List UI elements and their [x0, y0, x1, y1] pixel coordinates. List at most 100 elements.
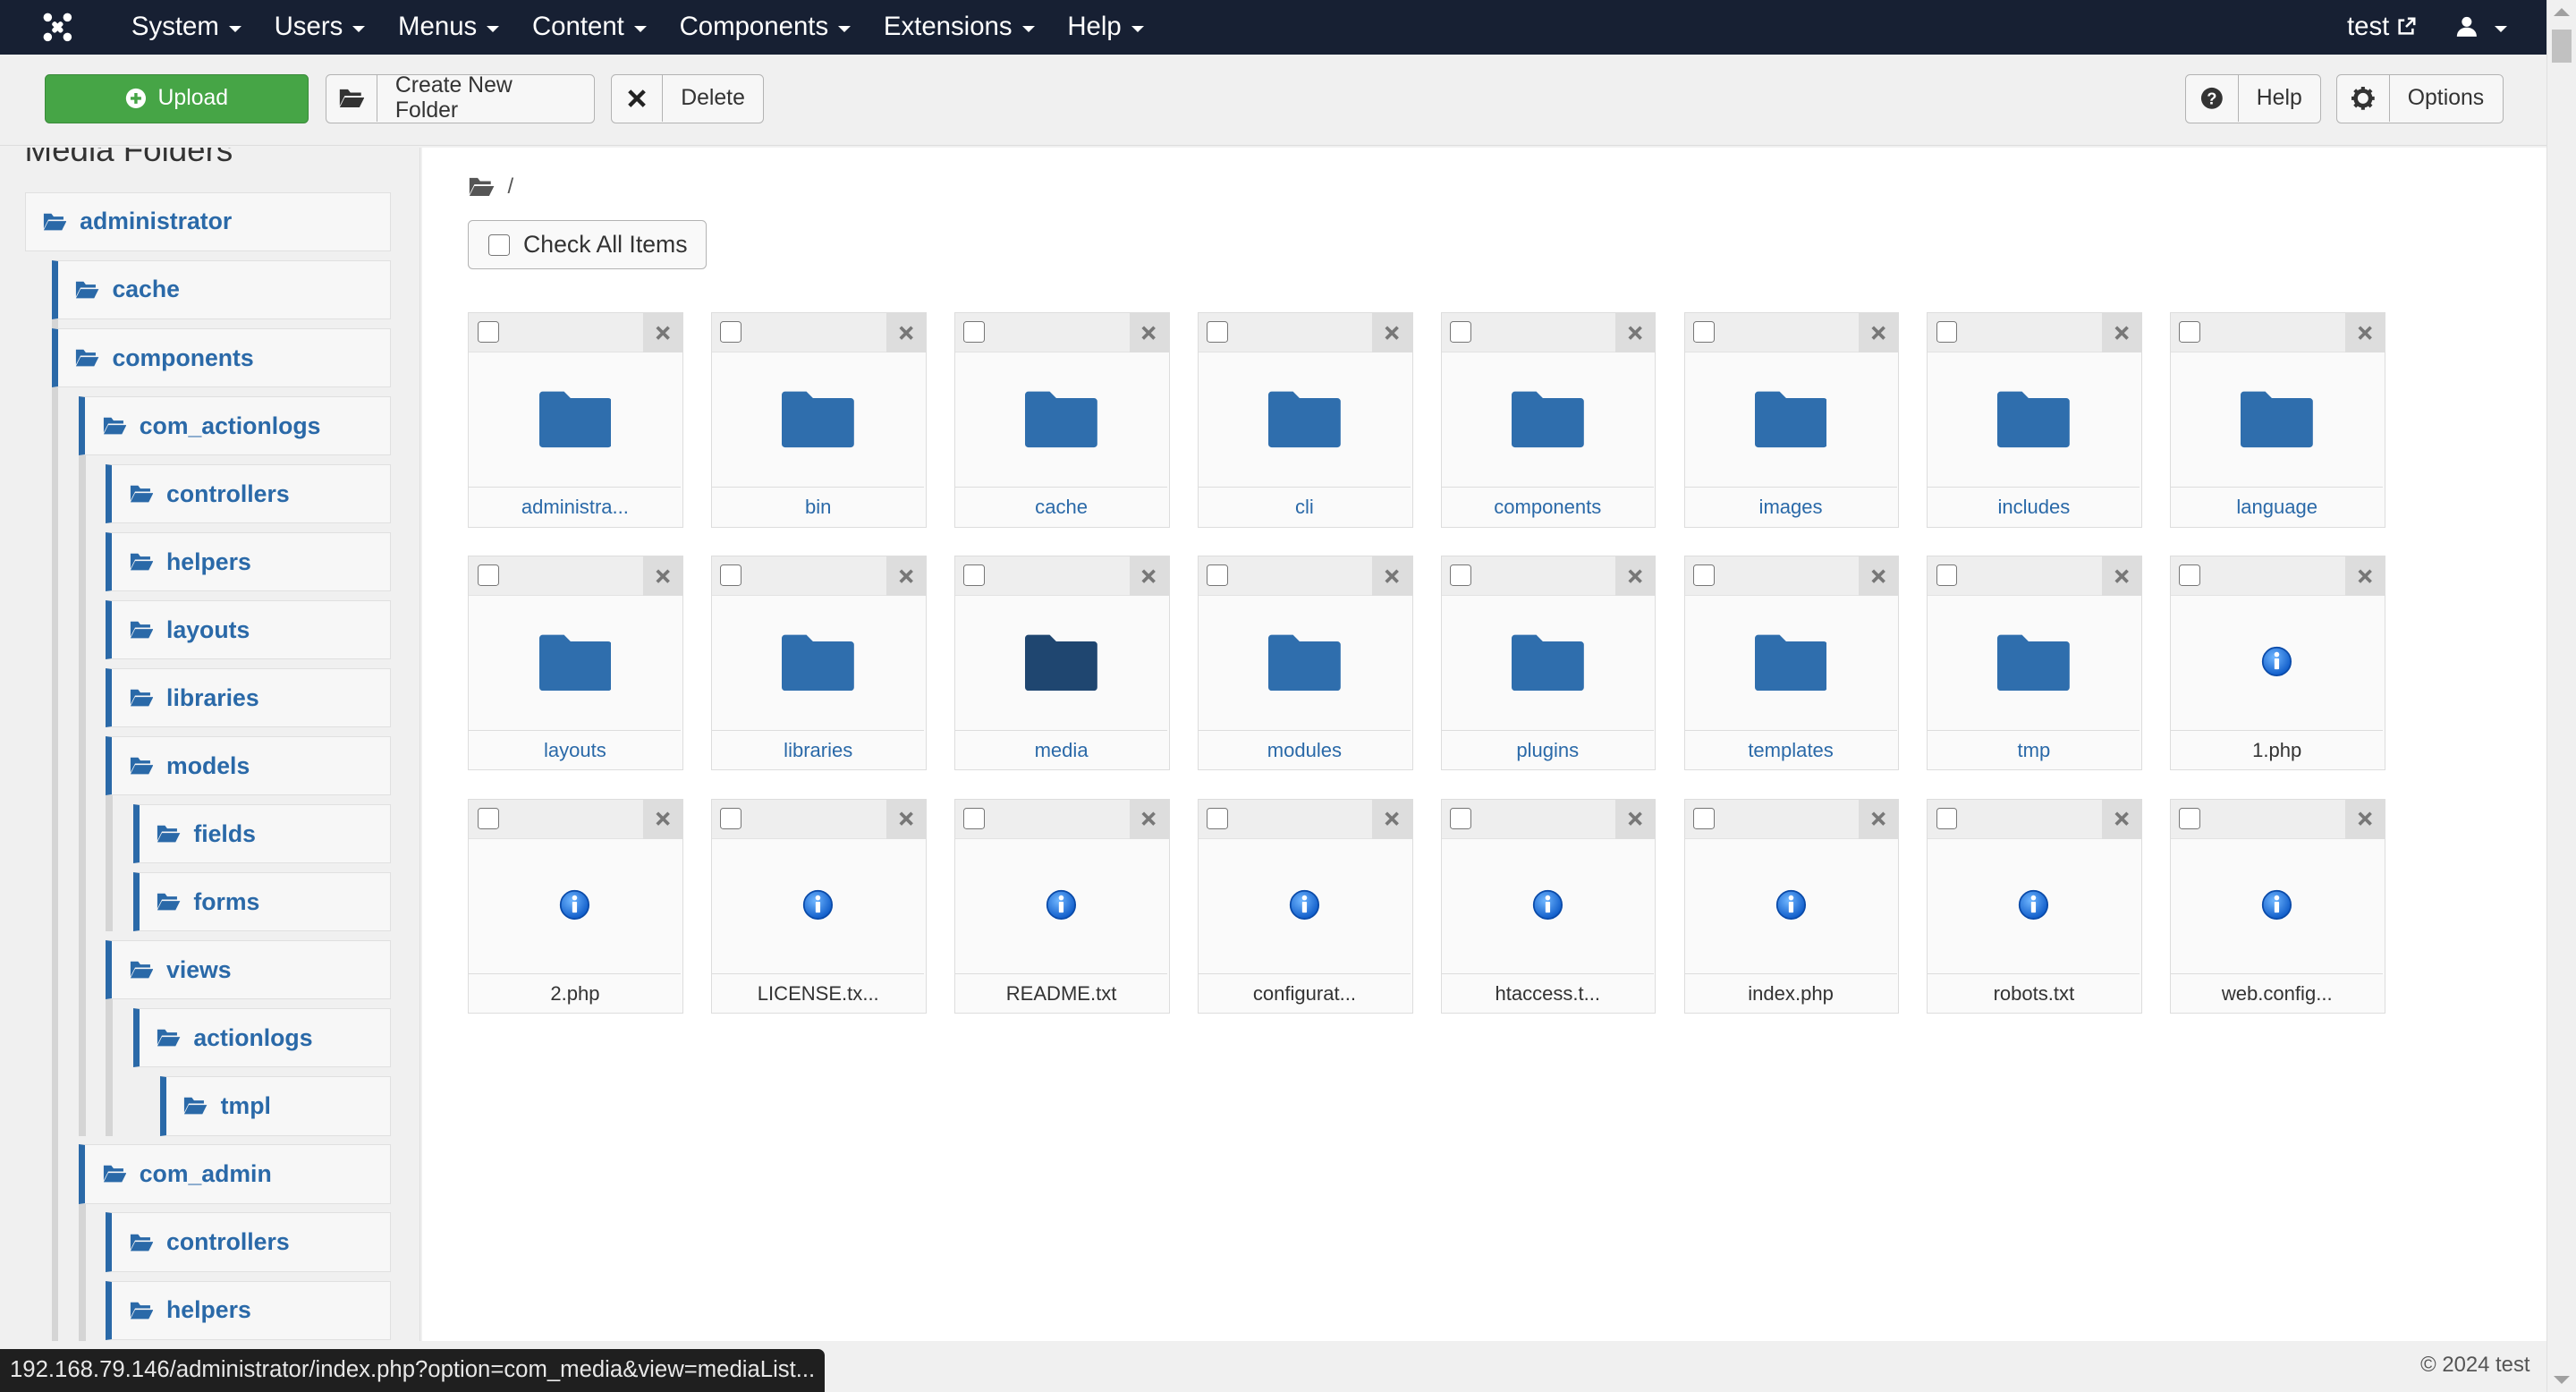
user-menu[interactable] — [2436, 0, 2527, 55]
sidebar-folder-item[interactable]: libraries — [106, 668, 392, 728]
folder-icon[interactable] — [2171, 352, 2383, 484]
sidebar-folder-item[interactable]: models — [106, 736, 392, 796]
tile-checkbox[interactable] — [1449, 564, 1471, 586]
file-tile[interactable]: README.txt — [954, 798, 1170, 1014]
folder-open-icon[interactable] — [468, 176, 495, 198]
delete-item-close-icon[interactable] — [1372, 799, 1412, 839]
folder-icon[interactable] — [955, 352, 1167, 484]
tile-checkbox[interactable] — [1449, 807, 1471, 829]
folder-icon[interactable] — [469, 352, 681, 484]
tile-checkbox[interactable] — [1207, 807, 1228, 829]
folder-tile[interactable]: cli — [1197, 311, 1413, 528]
delete-item-close-icon[interactable] — [642, 312, 683, 353]
delete-item-close-icon[interactable] — [1615, 556, 1656, 596]
check-all-checkbox[interactable] — [488, 233, 511, 256]
tile-checkbox[interactable] — [1692, 807, 1715, 829]
delete-item-close-icon[interactable] — [2344, 799, 2385, 839]
delete-item-close-icon[interactable] — [886, 799, 926, 839]
folder-tile[interactable]: language — [2170, 311, 2385, 528]
tile-name[interactable]: cache — [955, 487, 1168, 527]
sidebar-folder-item[interactable]: components — [51, 327, 392, 388]
nav-menu-item[interactable]: Users — [258, 0, 381, 55]
sidebar-folder-item[interactable]: views — [106, 940, 392, 1000]
tile-name[interactable]: modules — [1198, 730, 1411, 770]
folder-tile[interactable]: media — [954, 555, 1170, 771]
scroll-down-icon[interactable] — [2554, 1375, 2571, 1384]
folder-tile[interactable]: templates — [1683, 555, 1900, 771]
sidebar-folder-item[interactable]: tmpl — [160, 1076, 392, 1136]
tile-checkbox[interactable] — [1936, 321, 1958, 343]
info-icon[interactable] — [1199, 839, 1411, 971]
delete-item-close-icon[interactable] — [1615, 312, 1656, 353]
info-icon[interactable] — [712, 839, 924, 971]
delete-item-close-icon[interactable] — [2101, 312, 2142, 353]
delete-item-close-icon[interactable] — [642, 799, 683, 839]
sidebar-folder-item[interactable]: com_admin — [79, 1144, 392, 1204]
folder-tile[interactable]: images — [1683, 311, 1900, 528]
sidebar-folder-item[interactable]: administrator — [24, 191, 392, 251]
options-button[interactable]: Options — [2335, 73, 2504, 123]
folder-icon[interactable] — [712, 352, 924, 484]
tile-checkbox[interactable] — [1692, 564, 1715, 586]
tile-checkbox[interactable] — [720, 564, 742, 586]
folder-icon[interactable] — [712, 596, 924, 727]
folder-icon[interactable] — [469, 596, 681, 727]
folder-tile[interactable]: tmp — [1927, 555, 2143, 771]
file-tile[interactable]: configurat... — [1197, 798, 1413, 1014]
tile-checkbox[interactable] — [477, 321, 499, 343]
tile-name[interactable]: includes — [1928, 487, 2140, 527]
site-link[interactable]: test — [2327, 0, 2436, 55]
tile-name[interactable]: media — [955, 730, 1168, 770]
create-folder-button[interactable]: Create New Folder — [325, 73, 595, 123]
delete-item-close-icon[interactable] — [1859, 556, 1899, 596]
folder-icon[interactable] — [1199, 596, 1411, 727]
folder-tile[interactable]: includes — [1927, 311, 2143, 528]
delete-item-close-icon[interactable] — [1372, 312, 1412, 353]
sidebar-folder-item[interactable]: controllers — [106, 464, 392, 524]
tile-name[interactable]: templates — [1684, 730, 1897, 770]
sidebar-folder-item[interactable]: forms — [132, 872, 392, 932]
tile-name[interactable]: plugins — [1441, 730, 1654, 770]
file-tile[interactable]: LICENSE.tx... — [711, 798, 927, 1014]
delete-item-close-icon[interactable] — [1615, 799, 1656, 839]
folder-tile[interactable]: libraries — [711, 555, 927, 771]
folder-icon[interactable] — [955, 596, 1167, 727]
scrollbar-thumb[interactable] — [2552, 30, 2572, 63]
tile-checkbox[interactable] — [963, 564, 986, 586]
tile-name[interactable]: bin — [712, 487, 925, 527]
sidebar-folder-item[interactable]: actionlogs — [132, 1008, 392, 1068]
tile-checkbox[interactable] — [1692, 321, 1715, 343]
nav-menu-item[interactable]: Help — [1051, 0, 1160, 55]
delete-item-close-icon[interactable] — [1859, 312, 1899, 353]
folder-tile[interactable]: plugins — [1440, 555, 1657, 771]
folder-tile[interactable]: components — [1440, 311, 1657, 528]
tile-name[interactable]: images — [1684, 487, 1897, 527]
tile-name[interactable]: layouts — [469, 730, 682, 770]
folder-tile[interactable]: bin — [711, 311, 927, 528]
help-button[interactable]: ? Help — [2184, 73, 2322, 123]
tile-name[interactable]: administra... — [469, 487, 682, 527]
sidebar-folder-item[interactable]: controllers — [106, 1212, 392, 1272]
folder-icon[interactable] — [1442, 352, 1654, 484]
info-icon[interactable] — [469, 839, 681, 971]
folder-tile[interactable]: administra... — [468, 311, 684, 528]
folder-tile[interactable]: cache — [954, 311, 1170, 528]
tile-checkbox[interactable] — [1207, 564, 1228, 586]
delete-item-close-icon[interactable] — [2101, 799, 2142, 839]
tile-name[interactable]: libraries — [712, 730, 925, 770]
file-tile[interactable]: 1.php — [2170, 555, 2385, 771]
delete-item-close-icon[interactable] — [2344, 312, 2385, 353]
scroll-up-icon[interactable] — [2554, 8, 2571, 17]
info-icon[interactable] — [955, 839, 1167, 971]
joomla-logo-icon[interactable] — [0, 0, 115, 55]
delete-item-close-icon[interactable] — [886, 312, 926, 353]
nav-menu-item[interactable]: System — [115, 0, 258, 55]
tile-checkbox[interactable] — [1449, 321, 1471, 343]
tile-checkbox[interactable] — [477, 564, 499, 586]
tile-checkbox[interactable] — [963, 321, 986, 343]
nav-menu-item[interactable]: Components — [663, 0, 867, 55]
upload-button[interactable]: Upload — [44, 73, 309, 123]
delete-item-close-icon[interactable] — [886, 556, 926, 596]
tile-checkbox[interactable] — [720, 321, 742, 343]
folder-icon[interactable] — [1442, 596, 1654, 727]
